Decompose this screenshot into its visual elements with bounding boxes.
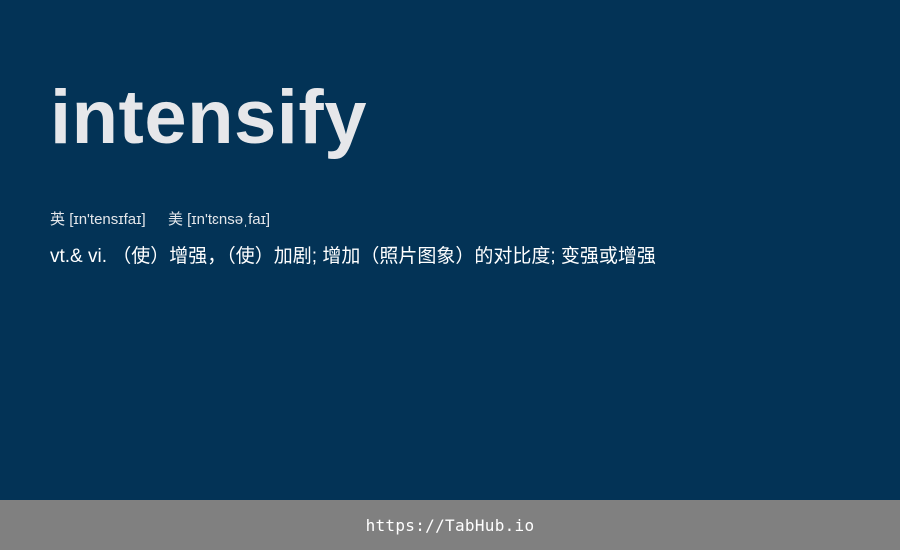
phonetic-uk: [ɪn'tensɪfaɪ] — [69, 211, 146, 228]
phonetic-uk-label: 英 — [50, 211, 66, 228]
phonetic-us: [ɪn'tɛnsəˌfaɪ] — [187, 211, 271, 228]
phonetic-us-label: 美 — [167, 211, 183, 228]
footer-bar: https://TabHub.io — [0, 500, 900, 550]
definition-text: vt.& vi. （使）增强，（使）加剧; 增加（照片图象）的对比度; 变强或增… — [50, 246, 656, 267]
word-card: intensify 英 [ɪn'tensɪfaɪ] 美 [ɪn'tɛnsəˌfa… — [50, 72, 860, 270]
phonetics-row: 英 [ɪn'tensɪfaɪ] 美 [ɪn'tɛnsəˌfaɪ] — [50, 210, 860, 230]
headword: intensify — [50, 75, 367, 160]
tabhub-link[interactable]: https://TabHub.io — [366, 516, 535, 535]
